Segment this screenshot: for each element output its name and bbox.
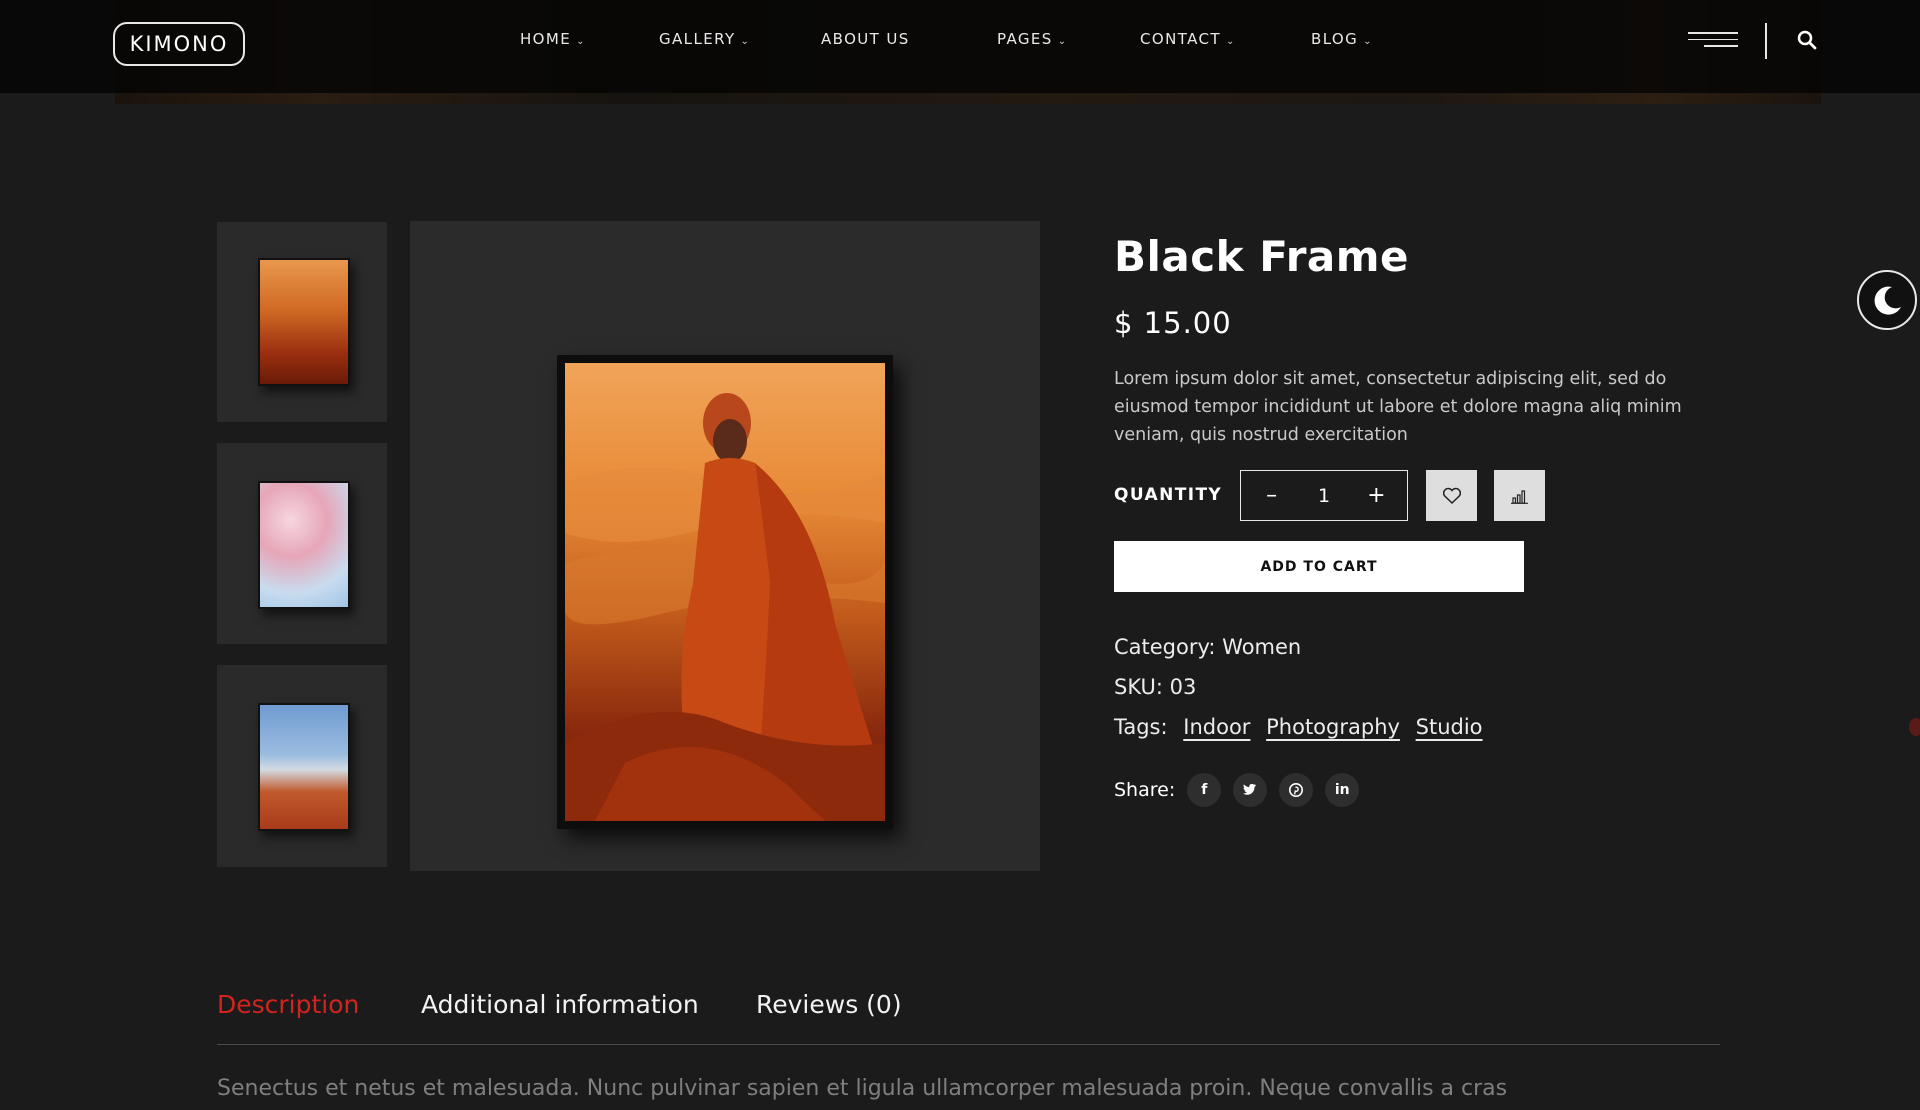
quantity-label: QUANTITY bbox=[1114, 485, 1223, 505]
search-icon[interactable] bbox=[1797, 30, 1817, 50]
share-row: Share: f in bbox=[1114, 773, 1360, 807]
moon-icon bbox=[1874, 286, 1901, 315]
site-header: KIMONO HOME ⌄ GALLERY ⌄ ABOUT US PAGES ⌄ CO… bbox=[0, 0, 1920, 93]
wishlist-button[interactable] bbox=[1426, 470, 1477, 521]
thumbnail-image bbox=[258, 703, 350, 831]
quantity-value[interactable]: 1 bbox=[1318, 485, 1330, 507]
thumbnail-2[interactable] bbox=[217, 443, 387, 644]
thumbnail-image bbox=[258, 481, 350, 609]
facebook-icon[interactable]: f bbox=[1187, 773, 1222, 807]
chevron-down-icon: ⌄ bbox=[1363, 36, 1373, 47]
twitter-icon[interactable] bbox=[1233, 773, 1268, 807]
site-logo[interactable]: KIMONO bbox=[113, 22, 245, 66]
category-value[interactable]: Women bbox=[1222, 635, 1301, 659]
category-label: Category: bbox=[1114, 635, 1216, 659]
sku-label: SKU: bbox=[1114, 675, 1163, 699]
nav-label: BLOG bbox=[1311, 30, 1359, 48]
chevron-down-icon: ⌄ bbox=[576, 36, 586, 47]
thumbnail-1[interactable] bbox=[217, 222, 387, 422]
chevron-down-icon: ⌄ bbox=[740, 36, 751, 47]
scroll-indicator[interactable] bbox=[1909, 718, 1920, 736]
dark-mode-toggle[interactable] bbox=[1857, 270, 1917, 330]
linkedin-icon[interactable]: in bbox=[1325, 773, 1360, 807]
nav-contact[interactable]: CONTACT ⌄ bbox=[1140, 30, 1236, 48]
nav-blog[interactable]: BLOG ⌄ bbox=[1311, 30, 1373, 48]
share-label: Share: bbox=[1114, 779, 1176, 801]
framed-artwork bbox=[565, 363, 885, 821]
nav-pages[interactable]: PAGES ⌄ bbox=[997, 30, 1068, 48]
sku-value: 03 bbox=[1169, 675, 1197, 699]
artwork-figure bbox=[565, 393, 885, 821]
product-title: Black Frame bbox=[1114, 232, 1410, 281]
nav-label: ABOUT US bbox=[821, 30, 910, 48]
product-price: $ 15.00 bbox=[1114, 306, 1232, 340]
logo-text: KIMONO bbox=[129, 32, 229, 56]
header-divider bbox=[1765, 23, 1767, 59]
tab-reviews[interactable]: Reviews (0) bbox=[756, 990, 902, 1019]
tab-additional-information[interactable]: Additional information bbox=[421, 990, 699, 1019]
nav-home[interactable]: HOME ⌄ bbox=[520, 30, 586, 48]
tag-link[interactable]: Studio bbox=[1416, 715, 1483, 739]
nav-about-us[interactable]: ABOUT US bbox=[821, 30, 910, 48]
tags-row: Tags: Indoor Photography Studio bbox=[1114, 715, 1483, 739]
add-to-cart-button[interactable]: ADD TO CART bbox=[1114, 541, 1524, 592]
nav-label: HOME bbox=[520, 30, 572, 48]
tags-label: Tags: bbox=[1114, 715, 1168, 739]
tag-link[interactable]: Photography bbox=[1266, 715, 1400, 739]
thumbnail-image bbox=[258, 258, 350, 386]
sku-row: SKU: 03 bbox=[1114, 675, 1196, 699]
nav-gallery[interactable]: GALLERY ⌄ bbox=[659, 30, 750, 48]
description-text: Senectus et netus et malesuada. Nunc pul… bbox=[217, 1076, 1508, 1101]
compare-button[interactable] bbox=[1494, 470, 1545, 521]
category-row: Category: Women bbox=[1114, 635, 1301, 659]
tag-link[interactable]: Indoor bbox=[1183, 715, 1250, 739]
main-product-image[interactable] bbox=[410, 221, 1040, 871]
nav-label: PAGES bbox=[997, 30, 1053, 48]
tab-description[interactable]: Description bbox=[217, 990, 359, 1019]
decrease-quantity-button[interactable]: – bbox=[1257, 483, 1287, 508]
thumbnail-3[interactable] bbox=[217, 665, 387, 867]
product-tabs: Description Additional information Revie… bbox=[217, 990, 1720, 1045]
nav-label: GALLERY bbox=[659, 30, 736, 48]
chevron-down-icon: ⌄ bbox=[1225, 36, 1236, 47]
black-frame bbox=[557, 355, 893, 829]
quantity-stepper: – 1 + bbox=[1240, 470, 1408, 521]
pinterest-icon[interactable] bbox=[1279, 773, 1314, 807]
heart-icon bbox=[1442, 487, 1461, 504]
hamburger-menu-icon[interactable] bbox=[1688, 32, 1738, 50]
product-description: Lorem ipsum dolor sit amet, consectetur … bbox=[1114, 369, 1682, 445]
nav-label: CONTACT bbox=[1140, 30, 1221, 48]
bar-chart-icon bbox=[1510, 489, 1528, 504]
chevron-down-icon: ⌄ bbox=[1057, 36, 1068, 47]
increase-quantity-button[interactable]: + bbox=[1361, 483, 1391, 508]
